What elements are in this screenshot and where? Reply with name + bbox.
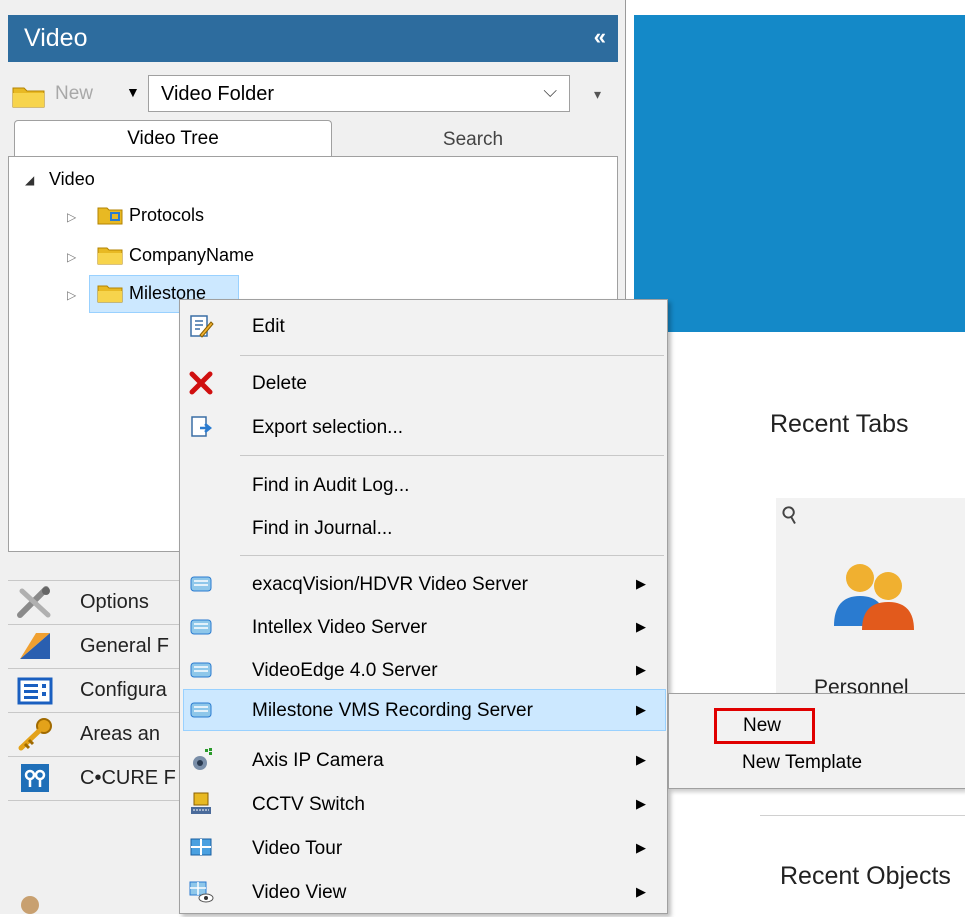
menu-item-label: Video View	[252, 882, 347, 903]
nav-options-label: Options	[80, 591, 149, 613]
menu-item-edit[interactable]: Edit	[180, 306, 667, 346]
menu-item-label: Axis IP Camera	[252, 750, 384, 771]
tab-search[interactable]: Search	[338, 125, 608, 156]
video-view-icon	[189, 881, 214, 903]
menu-item-axis-ip-camera[interactable]: Axis IP Camera ▶	[180, 740, 667, 780]
general-icon	[20, 633, 50, 659]
nav-areas-label: Areas an	[80, 723, 161, 745]
tools-icon	[17, 586, 51, 618]
dashboard-banner	[634, 15, 965, 332]
menu-item-label: Video Tour	[252, 838, 343, 859]
menu-item-label: Delete	[252, 373, 307, 394]
submenu-arrow-icon: ▶	[636, 840, 646, 855]
video-server-icon	[190, 576, 212, 592]
video-server-icon	[190, 619, 212, 635]
more-nav-icon	[21, 896, 39, 914]
toolbar-overflow-icon[interactable]: ▾	[594, 86, 601, 103]
collapse-pane-icon[interactable]: «	[594, 24, 606, 50]
new-button[interactable]: New	[55, 83, 93, 105]
tab-video-tree[interactable]: Video Tree	[14, 120, 332, 157]
pane-tabs: Video Tree Search	[8, 120, 618, 157]
menu-item-label: Find in Audit Log...	[252, 475, 410, 496]
object-type-select-value: Video Folder	[161, 83, 275, 105]
context-menu: Edit Delete Export selection... Find in …	[179, 299, 668, 914]
ccure-icon	[21, 764, 49, 792]
folder-icon	[97, 285, 123, 303]
nav-configuration-label: Configura	[80, 679, 167, 701]
tree-node-companyname[interactable]: CompanyName	[129, 245, 254, 266]
nav-general-label: General F	[80, 635, 169, 657]
submenu-arrow-icon: ▶	[636, 796, 646, 811]
object-type-select[interactable]: Video Folder ⌵	[148, 75, 570, 112]
submenu-arrow-icon: ▶	[636, 702, 646, 717]
new-dropdown-caret-icon[interactable]: ▼	[126, 84, 140, 100]
menu-item-label: Milestone VMS Recording Server	[252, 700, 533, 721]
menu-item-label: Edit	[252, 316, 285, 337]
expand-arrow-icon[interactable]: ▷	[67, 250, 76, 264]
submenu-item-new-template[interactable]: New Template	[742, 752, 862, 774]
menu-item-delete[interactable]: Delete	[180, 363, 667, 403]
divider	[760, 815, 965, 816]
tree-node-video[interactable]: Video	[49, 169, 95, 190]
expand-arrow-icon[interactable]: ▷	[67, 288, 76, 302]
menu-item-label: exacqVision/HDVR Video Server	[252, 574, 528, 595]
menu-item-milestone-vms-server[interactable]: Milestone VMS Recording Server ▶	[180, 690, 667, 730]
menu-item-exacqvision-server[interactable]: exacqVision/HDVR Video Server ▶	[180, 564, 667, 604]
edit-icon	[190, 315, 214, 338]
submenu-arrow-icon: ▶	[636, 752, 646, 767]
menu-item-intellex-server[interactable]: Intellex Video Server ▶	[180, 607, 667, 647]
recent-tab-card-personnel[interactable]: ⚲ Personnel	[776, 498, 965, 708]
personnel-icon	[834, 564, 914, 630]
menu-item-export-selection[interactable]: Export selection...	[180, 407, 667, 447]
expand-arrow-icon[interactable]: ▷	[67, 210, 76, 224]
menu-item-video-tour[interactable]: Video Tour ▶	[180, 828, 667, 868]
recent-objects-title: Recent Objects	[780, 862, 951, 890]
configuration-icon	[17, 677, 53, 705]
menu-item-find-in-journal[interactable]: Find in Journal...	[180, 508, 667, 548]
protocols-folder-icon	[97, 207, 123, 225]
delete-icon	[189, 371, 213, 395]
submenu: New New Template	[668, 693, 965, 789]
menu-item-cctv-switch[interactable]: CCTV Switch ▶	[180, 784, 667, 824]
menu-item-label: Export selection...	[252, 417, 404, 438]
video-tour-icon	[190, 838, 212, 856]
new-folder-icon[interactable]	[12, 84, 46, 108]
menu-separator	[240, 455, 664, 456]
submenu-arrow-icon: ▶	[636, 619, 646, 634]
pane-header: Video «	[8, 15, 618, 62]
menu-item-video-view[interactable]: Video View ▶	[180, 872, 667, 912]
tree-node-protocols[interactable]: Protocols	[129, 205, 204, 226]
menu-item-label: CCTV Switch	[252, 794, 365, 815]
submenu-arrow-icon: ▶	[636, 884, 646, 899]
menu-separator	[240, 555, 664, 556]
video-server-icon	[190, 702, 212, 718]
submenu-arrow-icon: ▶	[636, 662, 646, 677]
submenu-item-label: New	[743, 715, 782, 736]
menu-item-label: Find in Journal...	[252, 518, 393, 539]
key-icon	[18, 718, 52, 751]
menu-item-label: Intellex Video Server	[252, 617, 427, 638]
video-server-icon	[190, 662, 212, 678]
pane-toolbar: New ▼ Video Folder ⌵ ▾	[8, 64, 618, 120]
ip-camera-icon	[193, 748, 212, 770]
pin-icon[interactable]: ⚲	[777, 500, 804, 531]
menu-item-find-in-audit-log[interactable]: Find in Audit Log...	[180, 465, 667, 505]
folder-icon	[97, 247, 123, 265]
collapse-arrow-icon[interactable]: ◢	[25, 173, 34, 187]
cctv-switch-icon	[191, 792, 211, 814]
menu-separator	[240, 355, 664, 356]
export-icon	[191, 416, 213, 437]
submenu-arrow-icon: ▶	[636, 576, 646, 591]
recent-tabs-title: Recent Tabs	[770, 410, 909, 438]
menu-item-label: VideoEdge 4.0 Server	[252, 660, 438, 681]
menu-item-videoedge-server[interactable]: VideoEdge 4.0 Server ▶	[180, 650, 667, 690]
pane-title: Video	[24, 24, 88, 52]
chevron-down-icon: ⌵	[543, 81, 557, 101]
submenu-item-new[interactable]: New	[714, 708, 815, 744]
nav-ccure-label: C•CURE F	[80, 767, 176, 789]
